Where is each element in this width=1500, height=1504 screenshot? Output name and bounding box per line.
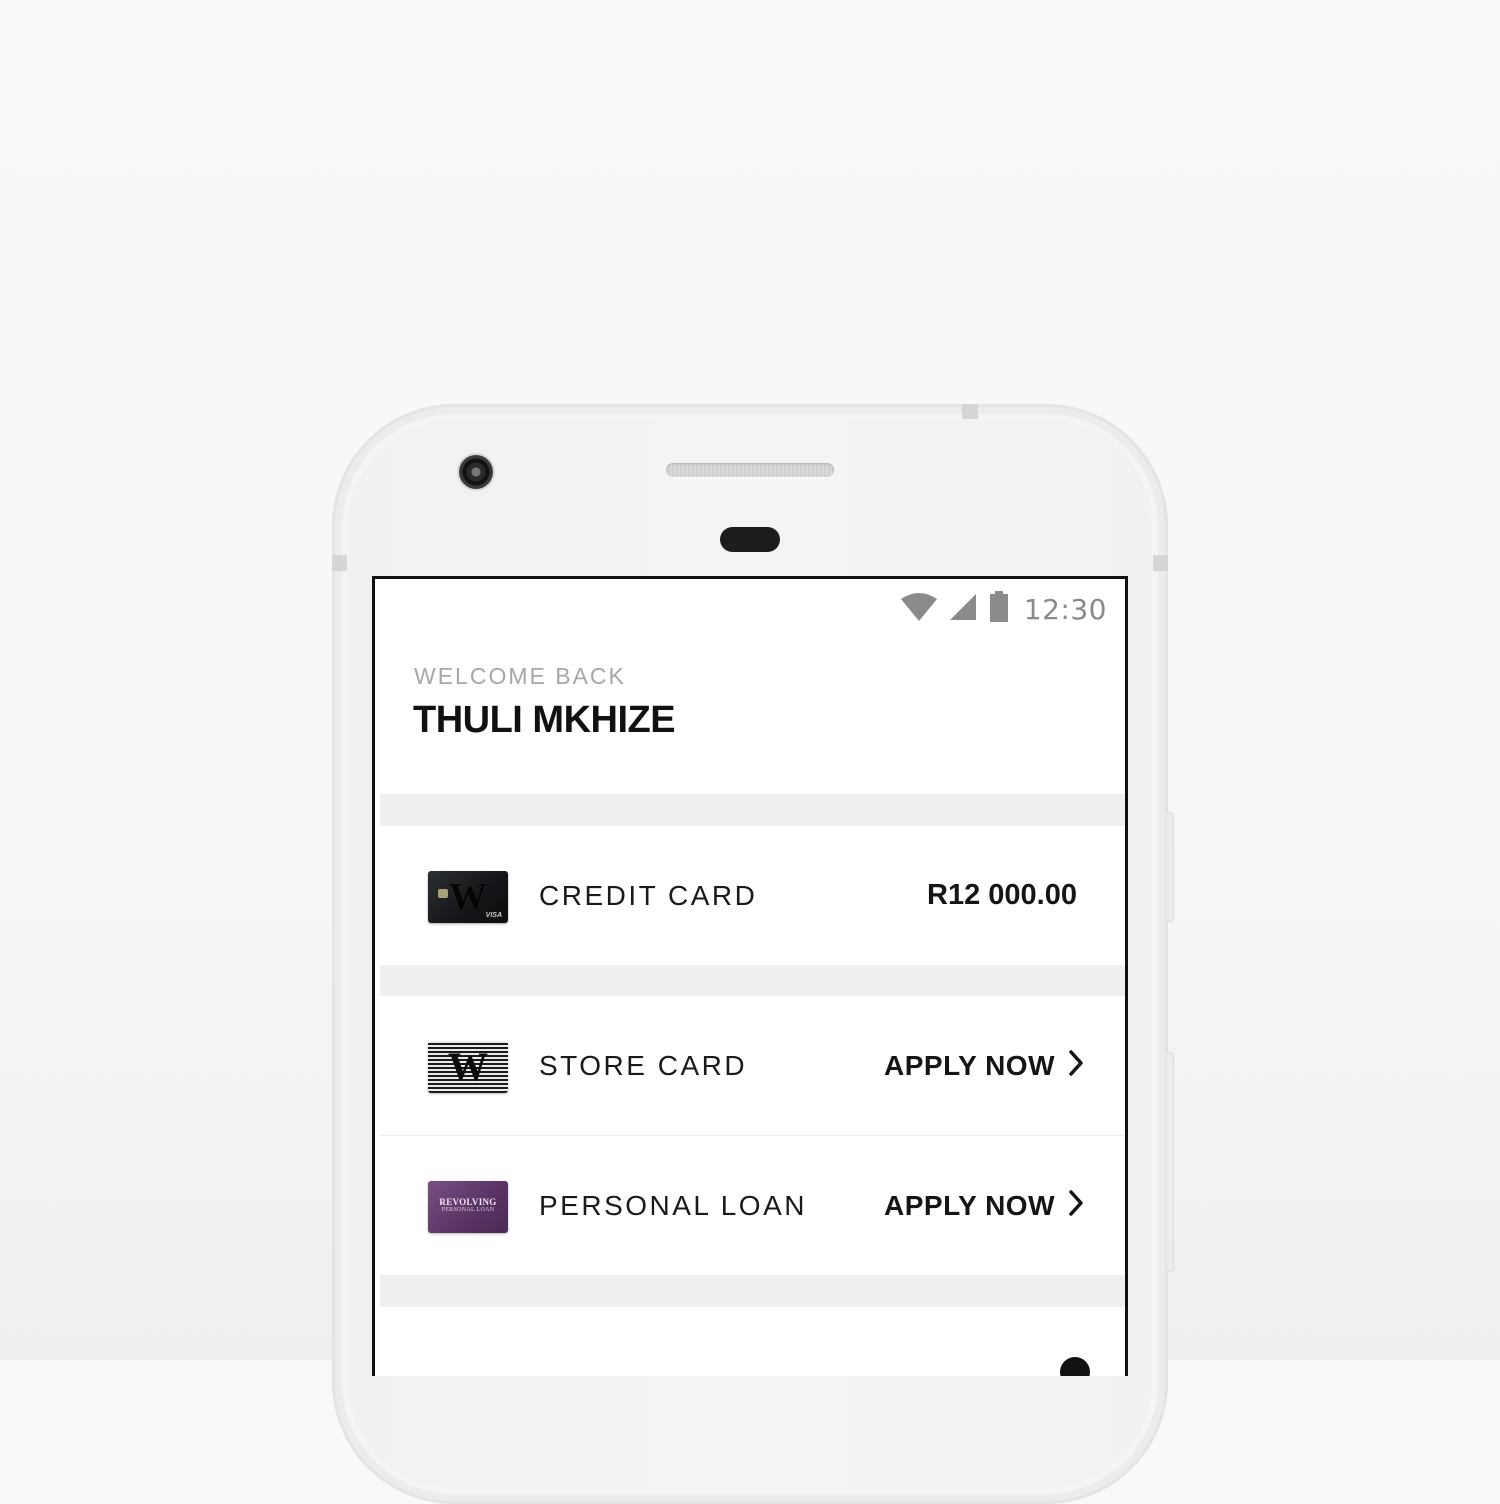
front-camera bbox=[459, 455, 493, 489]
earpiece-speaker bbox=[666, 463, 834, 477]
chevron-right-icon bbox=[1067, 1189, 1085, 1222]
user-name: THULI MKHIZE bbox=[413, 699, 676, 741]
apply-now-button[interactable]: APPLY NOW bbox=[884, 1136, 1085, 1275]
power-button bbox=[1167, 812, 1174, 922]
proximity-sensor bbox=[720, 527, 780, 552]
signal-icon bbox=[948, 592, 978, 627]
product-row-credit-card[interactable]: W VISA CREDIT CARD R12 000.00 bbox=[380, 826, 1125, 965]
chevron-right-icon bbox=[1067, 1049, 1085, 1082]
welcome-text: WELCOME BACK bbox=[414, 663, 626, 689]
apply-now-label: APPLY NOW bbox=[884, 1049, 1055, 1081]
visa-logo-icon: VISA bbox=[485, 912, 502, 919]
wifi-icon bbox=[900, 592, 938, 627]
section-divider bbox=[380, 965, 1125, 997]
loan-card-title: REVOLVING bbox=[439, 1197, 497, 1207]
antenna-band bbox=[332, 555, 347, 571]
antenna-band bbox=[1153, 555, 1168, 571]
antenna-band bbox=[962, 404, 978, 419]
product-label: STORE CARD bbox=[539, 1050, 748, 1081]
card-logo: W bbox=[448, 1044, 488, 1089]
product-label: CREDIT CARD bbox=[539, 880, 758, 911]
status-bar: 12:30 bbox=[900, 589, 1107, 629]
apply-now-label: APPLY NOW bbox=[884, 1189, 1055, 1221]
store-card-thumbnail: W bbox=[428, 1041, 508, 1093]
volume-button bbox=[1167, 1052, 1174, 1272]
section-divider bbox=[380, 794, 1125, 826]
product-row-partial[interactable] bbox=[380, 1307, 1125, 1376]
product-label: PERSONAL LOAN bbox=[539, 1190, 807, 1221]
credit-card-thumbnail: W VISA bbox=[428, 871, 508, 923]
credit-balance: R12 000.00 bbox=[927, 879, 1077, 911]
personal-loan-thumbnail: REVOLVING PERSONAL LOAN bbox=[428, 1181, 508, 1233]
product-row-store-card[interactable]: W STORE CARD APPLY NOW bbox=[380, 996, 1125, 1135]
section-divider bbox=[380, 1275, 1125, 1307]
loan-card-subtitle: PERSONAL LOAN bbox=[441, 1207, 495, 1213]
phone-screen: 12:30 WELCOME BACK THULI MKHIZE W VISA C… bbox=[372, 576, 1128, 1376]
app-content: 12:30 WELCOME BACK THULI MKHIZE W VISA C… bbox=[380, 579, 1125, 1376]
battery-icon bbox=[988, 590, 1010, 628]
apply-now-button[interactable]: APPLY NOW bbox=[884, 996, 1085, 1135]
status-time: 12:30 bbox=[1023, 592, 1107, 626]
loan-card-text: REVOLVING PERSONAL LOAN bbox=[428, 1198, 508, 1214]
product-row-personal-loan[interactable]: REVOLVING PERSONAL LOAN PERSONAL LOAN AP… bbox=[380, 1136, 1125, 1275]
